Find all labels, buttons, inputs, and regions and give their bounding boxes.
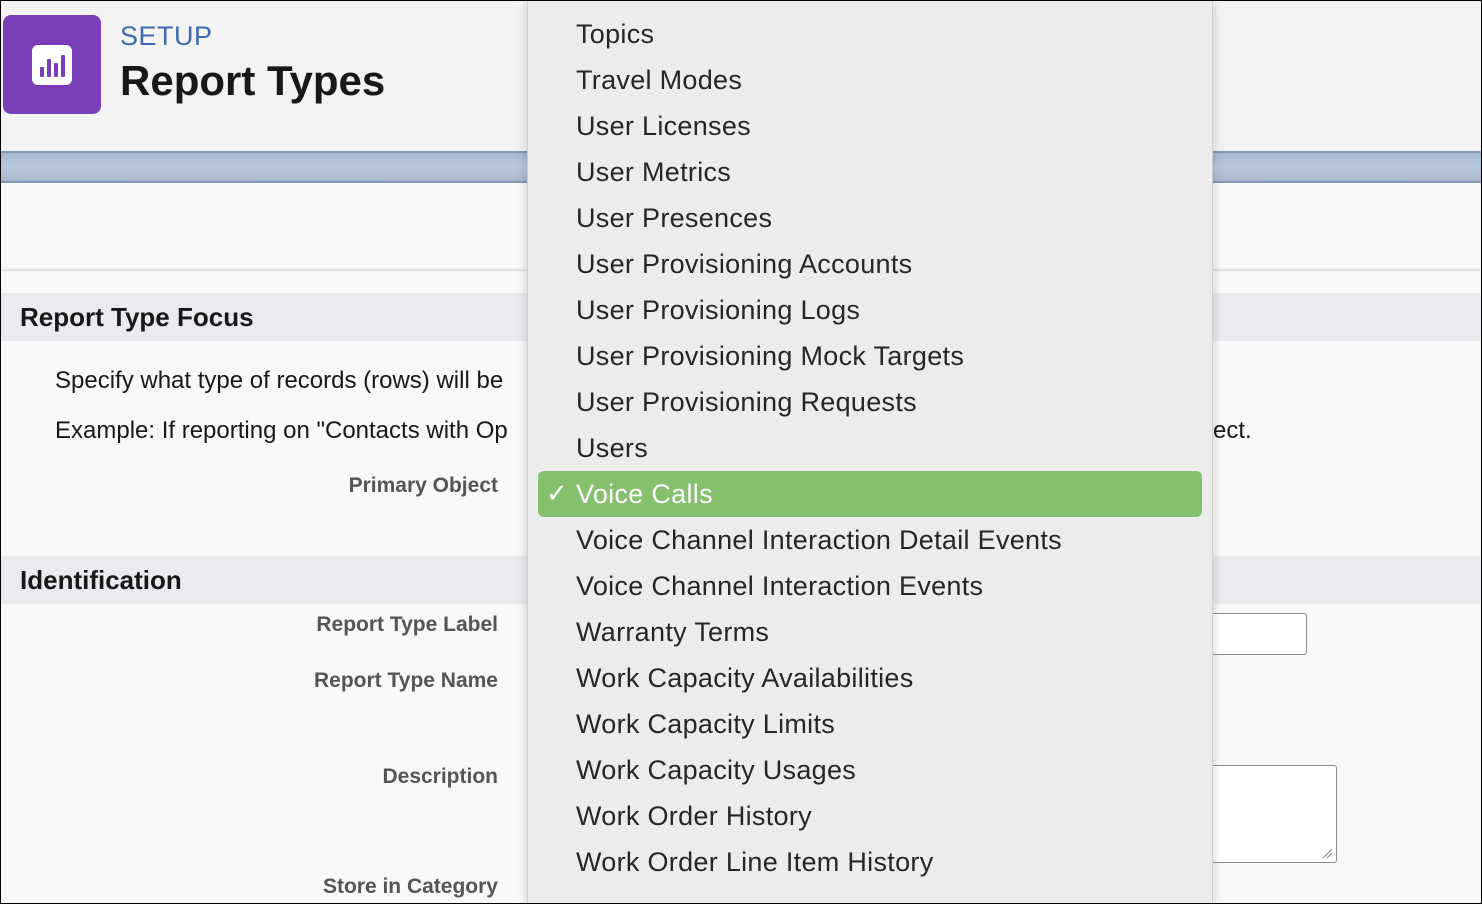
dropdown-option[interactable]: Work Order Line Item History (576, 847, 934, 878)
dropdown-option[interactable]: Topics (576, 19, 654, 50)
breadcrumb[interactable]: SETUP (120, 21, 213, 52)
checkmark-icon: ✓ (546, 479, 568, 509)
dropdown-option[interactable]: Voice Channel Interaction Events (576, 571, 983, 602)
focus-example: Example: If reporting on "Contacts with … (55, 417, 508, 444)
report-type-name-label: Report Type Name (314, 669, 498, 692)
description-label: Description (382, 765, 498, 788)
dropdown-option[interactable]: User Provisioning Logs (576, 295, 860, 326)
store-in-category-label: Store in Category (322, 875, 498, 898)
dropdown-option-selected[interactable]: ✓ Voice Calls (538, 471, 1202, 517)
dropdown-option[interactable]: Work Order History (576, 801, 812, 832)
section-title: Report Type Focus (20, 302, 254, 332)
focus-description: Specify what type of records (rows) will… (55, 367, 504, 394)
dropdown-option-partial[interactable] (576, 1, 584, 18)
setup-page: SETUP Report Types Report Type Focus Spe… (0, 0, 1482, 904)
dropdown-option[interactable]: Work Capacity Availabilities (576, 663, 914, 694)
dropdown-option[interactable]: User Provisioning Requests (576, 387, 917, 418)
dropdown-option[interactable]: User Presences (576, 203, 772, 234)
page-title: Report Types (120, 57, 386, 104)
dropdown-option[interactable]: User Provisioning Accounts (576, 249, 912, 280)
dropdown-option[interactable]: Work Capacity Limits (576, 709, 835, 740)
dropdown-option[interactable]: User Metrics (576, 157, 731, 188)
dropdown-option[interactable]: User Licenses (576, 111, 751, 142)
dropdown-option[interactable]: Travel Modes (576, 65, 742, 96)
dropdown-option[interactable]: Work Capacity Usages (576, 755, 856, 786)
primary-object-dropdown-list[interactable]: Topics Travel Modes User Licenses User M… (527, 1, 1213, 903)
report-type-label-label: Report Type Label (316, 613, 498, 636)
primary-object-label: Primary Object (348, 474, 498, 497)
resize-grip-icon[interactable] (1321, 847, 1333, 859)
dropdown-option[interactable]: Warranty Terms (576, 617, 769, 648)
dropdown-option[interactable]: User Provisioning Mock Targets (576, 341, 964, 372)
section-title: Identification (20, 565, 182, 595)
dropdown-option[interactable]: Users (576, 433, 648, 464)
selected-option-label: Voice Calls (576, 479, 713, 509)
dropdown-option[interactable]: Voice Channel Interaction Detail Events (576, 525, 1062, 556)
focus-example-tail: ect. (1213, 417, 1252, 444)
report-chart-icon (3, 15, 101, 114)
